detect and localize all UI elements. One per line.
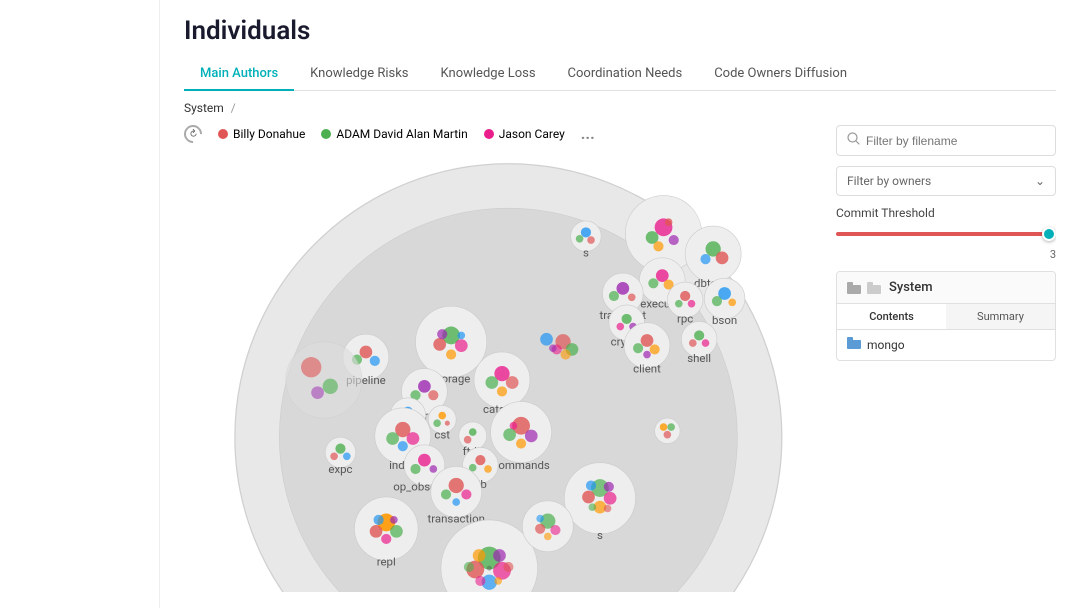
file-panel: System Contents Summary: [836, 271, 1056, 361]
file-tab-summary[interactable]: Summary: [946, 304, 1055, 329]
threshold-track: [836, 232, 1056, 236]
threshold-value: 3: [836, 248, 1056, 261]
file-tree-item-mongo[interactable]: mongo: [837, 330, 1055, 360]
content-area: ↻ Billy Donahue ADAM David Alan Martin J…: [184, 125, 1056, 592]
chevron-down-icon: ⌄: [1035, 174, 1045, 188]
breadcrumb: System /: [184, 101, 1056, 115]
legend-more-button[interactable]: ...: [581, 126, 595, 142]
threshold-slider-wrapper[interactable]: [836, 224, 1056, 244]
svg-text:client: client: [633, 361, 661, 375]
breadcrumb-sep: /: [231, 101, 236, 115]
legend-label-0: Billy Donahue: [233, 127, 305, 141]
folder-header-icon: [847, 282, 881, 294]
filename-search-input[interactable]: [866, 134, 1045, 148]
file-panel-tabs: Contents Summary: [837, 304, 1055, 330]
page-title: Individuals: [184, 16, 1056, 46]
legend-label-2: Jason Carey: [499, 127, 565, 141]
folder-icon: [847, 337, 861, 353]
right-panel: Filter by owners ⌄ Commit Threshold 3: [836, 125, 1056, 592]
tab-main-authors[interactable]: Main Authors: [184, 58, 294, 91]
threshold-thumb[interactable]: [1042, 227, 1056, 241]
tab-code-owners-diffusion[interactable]: Code Owners Diffusion: [698, 58, 863, 91]
filter-owners-dropdown[interactable]: Filter by owners ⌄: [836, 166, 1056, 196]
svg-text:bson: bson: [712, 313, 737, 327]
svg-text:cst: cst: [434, 427, 450, 441]
threshold-label: Commit Threshold: [836, 206, 1056, 220]
tab-knowledge-loss[interactable]: Knowledge Loss: [425, 58, 552, 91]
svg-text:s: s: [597, 528, 603, 542]
viz-panel: ↻ Billy Donahue ADAM David Alan Martin J…: [184, 125, 820, 592]
legend-item-1: ADAM David Alan Martin: [321, 127, 467, 141]
legend-item-2: Jason Carey: [484, 127, 565, 141]
refresh-icon[interactable]: ↻: [184, 125, 206, 147]
breadcrumb-system[interactable]: System: [184, 101, 224, 115]
sidebar: [0, 0, 160, 608]
viz-svg: util dbtests executo: [184, 151, 820, 592]
layout: Individuals Main Authors Knowledge Risks…: [0, 0, 1080, 608]
filter-owners-label: Filter by owners: [847, 174, 931, 188]
file-tree-item-label: mongo: [867, 338, 905, 352]
page-wrapper: Individuals Main Authors Knowledge Risks…: [0, 0, 1080, 608]
main-content: Individuals Main Authors Knowledge Risks…: [160, 0, 1080, 608]
svg-text:expc: expc: [328, 462, 352, 476]
tab-coordination-needs[interactable]: Coordination Needs: [552, 58, 699, 91]
tab-knowledge-risks[interactable]: Knowledge Risks: [294, 58, 424, 91]
svg-text:shell: shell: [687, 351, 711, 365]
legend: ↻ Billy Donahue ADAM David Alan Martin J…: [184, 125, 820, 143]
tabs-bar: Main Authors Knowledge Risks Knowledge L…: [184, 58, 1056, 91]
svg-text:commands: commands: [492, 458, 550, 472]
legend-label-1: ADAM David Alan Martin: [336, 127, 467, 141]
svg-text:repl: repl: [377, 555, 396, 569]
file-panel-title: System: [889, 280, 933, 295]
search-icon: [847, 132, 860, 149]
commit-threshold-section: Commit Threshold 3: [836, 206, 1056, 261]
legend-dot-2: [484, 129, 494, 139]
search-box: [836, 125, 1056, 156]
legend-item-0: Billy Donahue: [218, 127, 305, 141]
legend-dot-0: [218, 129, 228, 139]
svg-text:s: s: [583, 246, 589, 260]
viz-container: util dbtests executo: [184, 151, 820, 592]
file-tab-contents[interactable]: Contents: [837, 304, 946, 329]
legend-dot-1: [321, 129, 331, 139]
file-panel-header: System: [837, 272, 1055, 304]
